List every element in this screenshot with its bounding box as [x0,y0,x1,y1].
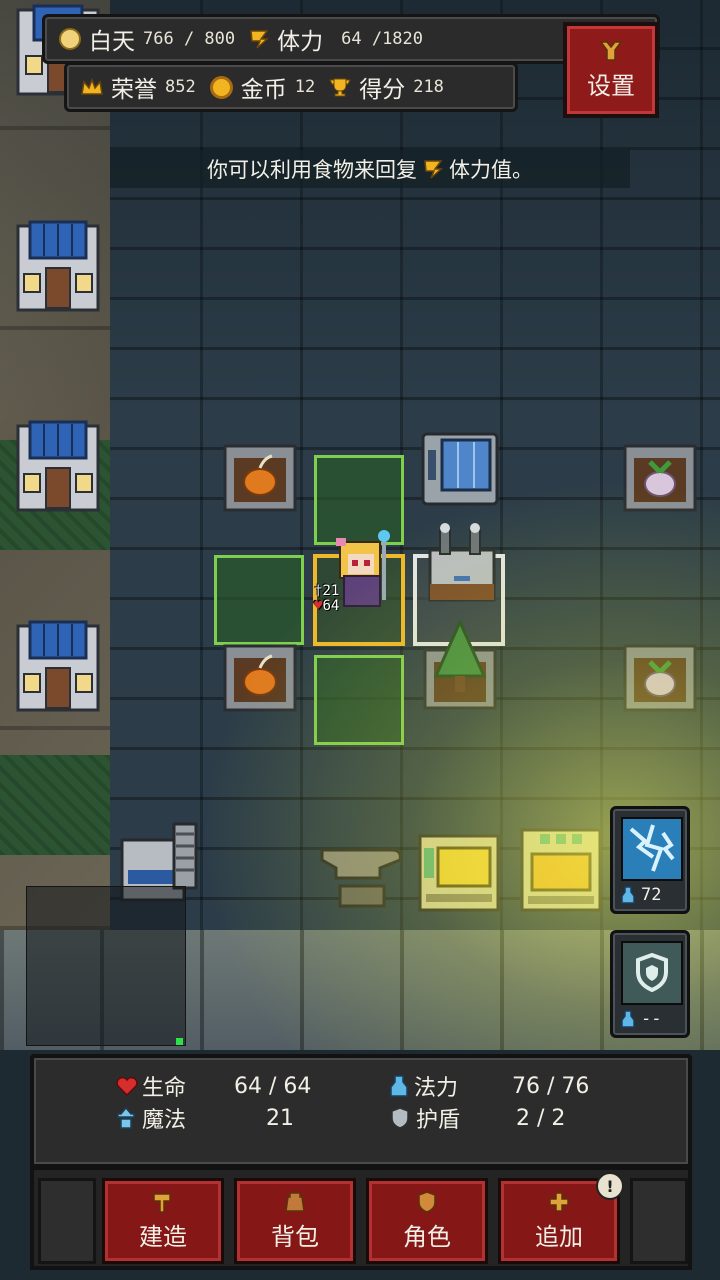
movable-tile[interactable] [214,555,304,645]
menu-side-slot [38,1178,96,1264]
notification-badge: ! [596,1172,624,1200]
stamina-label: 体力 [277,29,324,55]
add-label: 追加 [535,1222,583,1251]
coin-icon [209,75,233,99]
bag-button[interactable]: 背包 [234,1178,356,1264]
menu-side-slot [630,1178,688,1264]
trophy-icon [329,78,352,97]
pumpkin-planter-icon[interactable] [222,440,298,514]
shield-skill-icon [621,941,683,1005]
mp-label: 法力 [414,1076,459,1101]
magic-value: 21 [266,1106,294,1131]
settings-button[interactable]: 设置 [563,22,659,118]
hint-text-before: 你可以利用食物来回复 [207,158,417,182]
hint-text-after: 体力值。 [449,158,533,182]
pumpkin-planter-icon[interactable] [222,640,298,714]
oven-icon[interactable] [518,826,604,914]
stamina-icon [250,30,270,49]
bottom-menu: 建造 背包 角色 追加 ! [30,1166,692,1270]
house-icon[interactable] [14,416,102,512]
score-value: 218 [413,77,444,97]
magic-hat-icon [117,1107,135,1129]
house-icon[interactable] [14,216,102,312]
minimap-player-marker [176,1038,183,1045]
honor-value: 852 [165,77,196,97]
character-button[interactable]: 角色 [366,1178,488,1264]
heart-icon [116,1076,138,1096]
day-label: 白天 [89,29,135,55]
house-icon[interactable] [14,616,102,712]
wrench-icon [599,40,623,61]
lightning-skill-icon [621,817,683,881]
character-shield-icon [418,1190,436,1213]
gold-value: 12 [294,77,316,97]
skill-slot-lightning[interactable]: 72 [610,806,690,914]
mana-potion-icon [621,1010,635,1028]
player-stats-overlay: †21 ♥64 [314,584,364,614]
lab-station-icon[interactable] [424,520,500,606]
anvil-icon[interactable] [318,830,404,910]
shield-cost: -- [641,1009,662,1029]
build-button[interactable]: 建造 [102,1178,224,1264]
bag-label: 背包 [271,1222,319,1251]
turnip-planter-icon[interactable] [622,440,698,514]
settings-label: 设置 [587,71,635,100]
grass-patch [0,755,110,855]
shield-label: 护盾 [416,1108,461,1133]
movable-tile[interactable] [314,655,404,745]
player-hp: 64 [322,598,340,614]
stamina-icon [424,160,443,179]
sun-icon [59,28,81,50]
fridge-machine-icon[interactable] [420,430,500,510]
honor-label: 荣誉 [111,77,157,103]
tree-planter-icon[interactable] [422,620,498,712]
shield-icon [391,1107,409,1129]
plus-icon [549,1191,569,1212]
mana-potion-icon [621,886,635,904]
hp-label: 生命 [142,1076,187,1101]
magic-label: 魔法 [142,1108,187,1133]
stamina-value: 64 /1820 [341,29,424,49]
turnip-planter-icon[interactable] [622,640,698,714]
character-label: 角色 [403,1222,451,1251]
minimap[interactable] [26,886,186,1046]
hint-banner: 你可以利用食物来回复 体力值。 [110,150,630,188]
stats-panel: 生命 64 / 64 魔法 21 法力 76 / 76 护盾 2 / 2 [30,1054,692,1168]
build-label: 建造 [139,1222,187,1251]
furnace-icon[interactable] [416,830,502,914]
bag-icon [285,1191,305,1212]
score-label: 得分 [359,77,406,103]
crown-icon [81,78,103,95]
shield-value: 2 / 2 [516,1106,566,1131]
mana-potion-icon [390,1075,408,1097]
skill-slot-shield[interactable]: -- [610,930,690,1038]
player-attack: 21 [322,583,340,599]
mp-value: 76 / 76 [512,1074,590,1099]
hammer-icon [153,1192,171,1213]
day-value: 766 / 800 [143,29,236,49]
resource-bar: 荣誉 852 金币 12 得分 218 [64,62,518,112]
gold-label: 金币 [240,77,287,103]
lightning-cost: 72 [641,885,662,905]
hp-value: 64 / 64 [234,1074,312,1099]
